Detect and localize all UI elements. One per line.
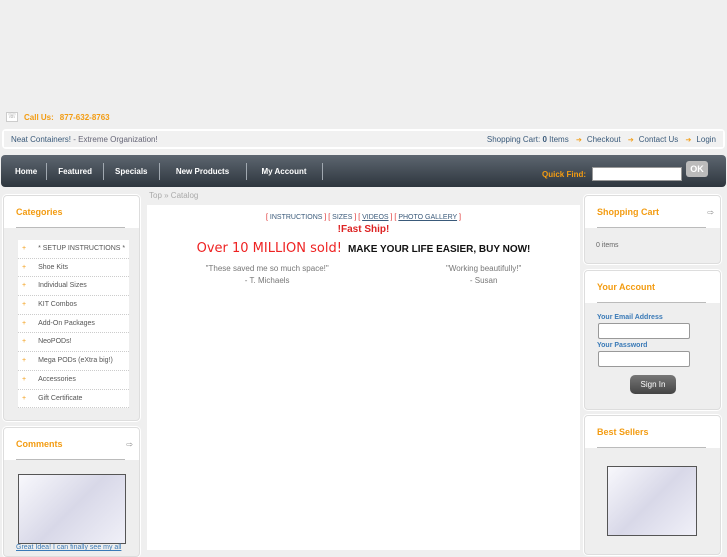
best-seller-image[interactable] (607, 466, 697, 536)
contact-link[interactable]: Contact Us (639, 135, 679, 144)
phone-icon: ☏ (6, 112, 18, 122)
photo-gallery-link[interactable]: PHOTO GALLERY (398, 214, 457, 221)
tagline: - Extreme Organization! (71, 134, 158, 144)
category-item[interactable]: + Individual Sizes (18, 277, 129, 297)
product-image[interactable] (18, 474, 126, 544)
quick-find-label: Quick Find: (542, 169, 586, 179)
cart-content: 0 items (596, 242, 619, 249)
arrow-icon: + (22, 245, 27, 252)
phone-number: 877-632-8763 (59, 112, 110, 122)
email-field[interactable] (598, 323, 690, 339)
category-item[interactable]: + KIT Combos (18, 296, 129, 315)
nav-specials[interactable]: Specials (104, 162, 160, 180)
checkout-link[interactable]: Checkout (587, 135, 621, 144)
cart-count: 0 (542, 134, 547, 144)
arrow-icon: + (22, 301, 27, 309)
site-name-link[interactable]: Neat Containers! (11, 135, 71, 144)
fast-ship: !Fast Ship! (337, 224, 390, 235)
top-bar: Neat Containers! - Extreme Organization!… (2, 129, 725, 149)
more-arrow-icon[interactable]: ⇨ (126, 440, 133, 449)
call-label: Call Us: (24, 112, 54, 122)
account-box: Your Account Your Email Address Your Pas… (584, 270, 721, 410)
arrow-icon: + (22, 319, 27, 327)
cart-label: Shopping Cart: (486, 134, 541, 144)
password-field[interactable] (598, 351, 690, 367)
cart-link[interactable]: Shopping Cart: 0 Items (487, 135, 569, 144)
arrow-icon: ➔ (627, 136, 634, 144)
arrow-icon: + (22, 375, 27, 383)
best-sellers-box: Best Sellers (584, 415, 721, 555)
cart-items-label: Items (549, 134, 569, 144)
arrow-icon: ➔ (575, 136, 582, 144)
category-item[interactable]: + Mega PODs (eXtra big!) (18, 352, 129, 371)
category-item[interactable]: + * SETUP INSTRUCTIONS * (18, 240, 129, 259)
arrow-icon: + (22, 282, 27, 290)
call-us: ☏ Call Us: 877-632-8763 (6, 112, 110, 122)
category-item[interactable]: + NeoPODs! (18, 333, 129, 353)
category-item[interactable]: + Shoe Kits (18, 259, 129, 278)
info-links: [ INSTRUCTIONS ] [ SIZES ] [ VIDEOS ] [ … (266, 214, 461, 221)
nav-new-products[interactable]: New Products (160, 162, 247, 180)
comments-title: Comments ⇨ (4, 428, 139, 460)
nav-home[interactable]: Home (1, 162, 48, 180)
cta-banner: MAKE YOUR LIFE EASIER, BUY NOW! (347, 244, 531, 255)
testimonial: "Working beautifully!" - Susan (446, 264, 522, 285)
login-link[interactable]: Login (696, 135, 716, 144)
nav-my-account[interactable]: My Account (247, 162, 323, 180)
main-nav: Home Featured Specials New Products My A… (1, 155, 726, 187)
quick-find: Quick Find: OK (542, 161, 708, 181)
nav-featured[interactable]: Featured (47, 162, 105, 180)
arrow-icon: + (22, 263, 27, 271)
sizes-link[interactable]: SIZES (332, 214, 352, 221)
email-label: Your Email Address (597, 314, 663, 321)
shopping-cart-title: Shopping Cart ⇨ (585, 196, 720, 228)
arrow-icon: + (22, 394, 27, 402)
shopping-cart-box: Shopping Cart ⇨ 0 items (584, 195, 721, 264)
category-item[interactable]: + Accessories (18, 371, 129, 390)
main-content: [ INSTRUCTIONS ] [ SIZES ] [ VIDEOS ] [ … (147, 205, 580, 550)
best-sellers-title: Best Sellers (585, 416, 720, 448)
sold-banner: Over 10 MILLION sold! (196, 241, 342, 256)
sign-in-button[interactable]: Sign In (630, 375, 676, 394)
instructions-link[interactable]: INSTRUCTIONS (270, 214, 323, 221)
quick-find-ok-button[interactable]: OK (686, 161, 708, 177)
account-title: Your Account (585, 271, 720, 303)
category-item[interactable]: + Gift Certificate (18, 390, 129, 409)
quick-find-input[interactable] (592, 167, 682, 181)
password-label: Your Password (597, 342, 648, 349)
categories-box: Categories + * SETUP INSTRUCTIONS * + Shoe… (3, 195, 140, 421)
comments-box: Comments ⇨ Great Idea! I can finally see … (3, 427, 140, 557)
more-arrow-icon[interactable]: ⇨ (707, 208, 714, 217)
videos-link[interactable]: VIDEOS (362, 214, 388, 221)
testimonial: "These saved me so much space!" - T. Mich… (205, 264, 329, 285)
arrow-icon: + (22, 338, 27, 346)
arrow-icon: ➔ (685, 136, 692, 144)
category-list: + * SETUP INSTRUCTIONS * + Shoe Kits + Indi… (18, 240, 129, 409)
comment-link[interactable]: Great Idea! I can finally see my all (16, 544, 139, 551)
category-item[interactable]: + Add-On Packages (18, 315, 129, 334)
breadcrumb: Top » Catalog (149, 191, 199, 200)
categories-title: Categories (4, 196, 139, 228)
arrow-icon: + (22, 357, 27, 365)
